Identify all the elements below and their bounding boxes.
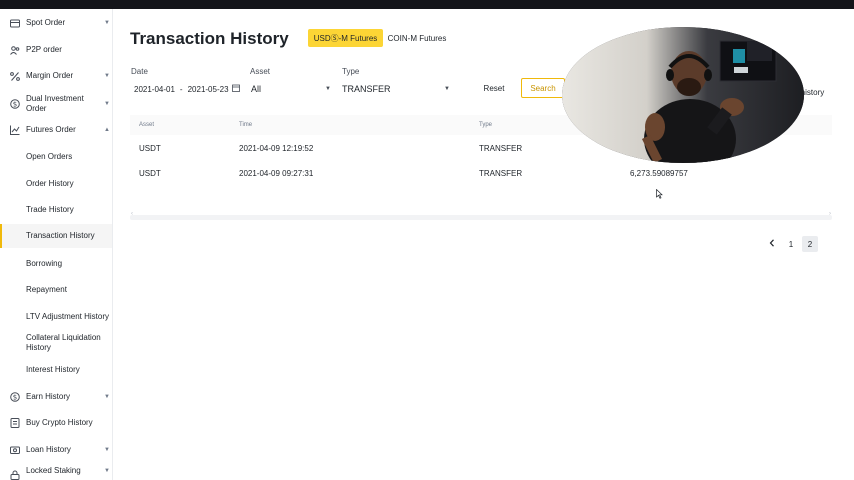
mouse-cursor-icon <box>656 189 663 199</box>
cell-type: TRANSFER <box>479 169 522 178</box>
sidebar-item-label: Margin Order <box>26 71 102 81</box>
sidebar-item-open-orders[interactable]: Open Orders <box>0 151 113 163</box>
chevron-left-icon <box>769 239 775 249</box>
sidebar-item-label: Trade History <box>26 205 102 215</box>
sidebar-item-label: Earn History <box>26 392 102 402</box>
sidebar-item-label: LTV Adjustment History <box>26 312 112 322</box>
sidebar-item-margin-order[interactable]: Margin Order ▼ <box>0 70 113 82</box>
date-to: 2021-05-23 <box>188 85 229 94</box>
sidebar-item-dual-investment-order[interactable]: $ Dual Investment Order ▼ <box>0 93 113 115</box>
caret-down-icon: ▼ <box>444 86 450 92</box>
coin-icon: $ <box>9 99 20 110</box>
cell-time: 2021-04-09 12:19:52 <box>239 144 313 153</box>
sidebar-item-ltv-adjustment-history[interactable]: LTV Adjustment History <box>0 311 113 323</box>
asset-label: Asset <box>250 67 270 76</box>
cell-amount: 6,273.59089757 <box>630 169 688 178</box>
users-icon <box>9 45 20 56</box>
horizontal-scrollbar[interactable] <box>130 215 832 220</box>
cell-asset: USDT <box>139 144 161 153</box>
sidebar-item-label: Collateral Liquidation History <box>26 333 102 353</box>
sidebar-item-interest-history[interactable]: Interest History <box>0 364 113 376</box>
sidebar-item-earn-history[interactable]: $ Earn History ▼ <box>0 391 113 403</box>
svg-text:$: $ <box>12 394 16 402</box>
sidebar-item-label: Transaction History <box>26 231 102 241</box>
sidebar-item-label: Dual Investment Order <box>26 94 102 114</box>
top-bar <box>0 0 854 9</box>
sidebar-item-collateral-liquidation-history[interactable]: Collateral Liquidation History <box>0 332 113 354</box>
sidebar-item-label: Open Orders <box>26 152 102 162</box>
sidebar-item-label: Interest History <box>26 365 102 375</box>
date-from: 2021-04-01 <box>134 85 175 94</box>
chevron-down-icon: ▼ <box>104 466 110 476</box>
sidebar-item-transaction-history[interactable]: Transaction History <box>0 224 113 248</box>
sidebar-item-borrowing[interactable]: Borrowing <box>0 258 113 270</box>
caret-down-icon: ▼ <box>325 86 331 92</box>
pagination-page-1[interactable]: 1 <box>784 236 798 252</box>
tab-usds-m-futures[interactable]: USDⓈ-M Futures <box>308 29 383 47</box>
chevron-up-icon: ▲ <box>104 125 110 135</box>
sidebar-item-buy-crypto-history[interactable]: Buy Crypto History <box>0 417 113 429</box>
date-range-picker[interactable]: 2021-04-01 - 2021-05-23 <box>134 82 240 96</box>
type-label: Type <box>342 67 359 76</box>
type-value: TRANSFER <box>342 84 391 94</box>
reset-button[interactable]: Reset <box>472 79 516 97</box>
date-label: Date <box>131 67 148 76</box>
cell-asset: USDT <box>139 169 161 178</box>
sidebar-item-label: Spot Order <box>26 18 102 28</box>
sidebar-item-label: Repayment <box>26 285 102 295</box>
coin-icon: $ <box>9 392 20 403</box>
sidebar: Spot Order ▼ P2P order Margin Order ▼ $ … <box>0 9 113 480</box>
sidebar-item-order-history[interactable]: Order History <box>0 178 113 190</box>
pagination-prev-button[interactable] <box>766 236 778 252</box>
pagination-page-2[interactable]: 2 <box>802 236 818 252</box>
sidebar-item-label: Locked Staking <box>26 466 102 476</box>
chevron-down-icon: ▼ <box>104 18 110 28</box>
chart-icon <box>9 125 20 136</box>
sidebar-item-label: P2P order <box>26 45 102 55</box>
chevron-down-icon: ▼ <box>104 445 110 455</box>
sidebar-item-label: Loan History <box>26 445 102 455</box>
table-row: USDT 2021-04-09 09:27:31 TRANSFER 6,273.… <box>130 161 832 185</box>
sidebar-item-loan-history[interactable]: Loan History ▼ <box>0 444 113 456</box>
column-header-time: Time <box>239 122 252 128</box>
asset-value: All <box>251 84 261 94</box>
cell-time: 2021-04-09 09:27:31 <box>239 169 313 178</box>
chevron-down-icon: ▼ <box>104 99 110 109</box>
sidebar-item-locked-staking[interactable]: Locked Staking ▼ <box>0 465 113 477</box>
sidebar-item-repayment[interactable]: Repayment <box>0 284 113 296</box>
sidebar-item-label: Futures Order <box>26 125 102 135</box>
chevron-down-icon: ▼ <box>104 392 110 402</box>
webcam-overlay <box>562 27 804 163</box>
sidebar-item-label: Borrowing <box>26 259 102 269</box>
sidebar-item-spot-order[interactable]: Spot Order ▼ <box>0 17 113 29</box>
calendar-icon <box>232 84 240 94</box>
wallet-icon <box>9 18 20 29</box>
card-icon <box>9 418 20 429</box>
sidebar-item-label: Buy Crypto History <box>26 418 102 428</box>
chevron-down-icon: ▼ <box>104 71 110 81</box>
sidebar-item-trade-history[interactable]: Trade History <box>0 204 113 216</box>
lock-icon <box>9 469 20 480</box>
search-button[interactable]: Search <box>521 78 565 98</box>
asset-select[interactable]: All ▼ <box>251 82 331 96</box>
cell-type: TRANSFER <box>479 144 522 153</box>
svg-text:$: $ <box>12 101 16 109</box>
column-header-type: Type <box>479 122 492 128</box>
page-title: Transaction History <box>130 29 289 49</box>
column-header-asset: Asset <box>139 122 154 128</box>
date-separator: - <box>180 85 183 94</box>
percent-icon <box>9 71 20 82</box>
sidebar-item-label: Order History <box>26 179 102 189</box>
sidebar-item-p2p-order[interactable]: P2P order <box>0 44 113 56</box>
webcam-image <box>562 27 804 163</box>
sidebar-item-futures-order[interactable]: Futures Order ▲ <box>0 124 113 136</box>
tab-coin-m-futures[interactable]: COIN-M Futures <box>384 29 450 47</box>
type-select[interactable]: TRANSFER ▼ <box>342 82 450 96</box>
loan-icon <box>9 445 20 456</box>
